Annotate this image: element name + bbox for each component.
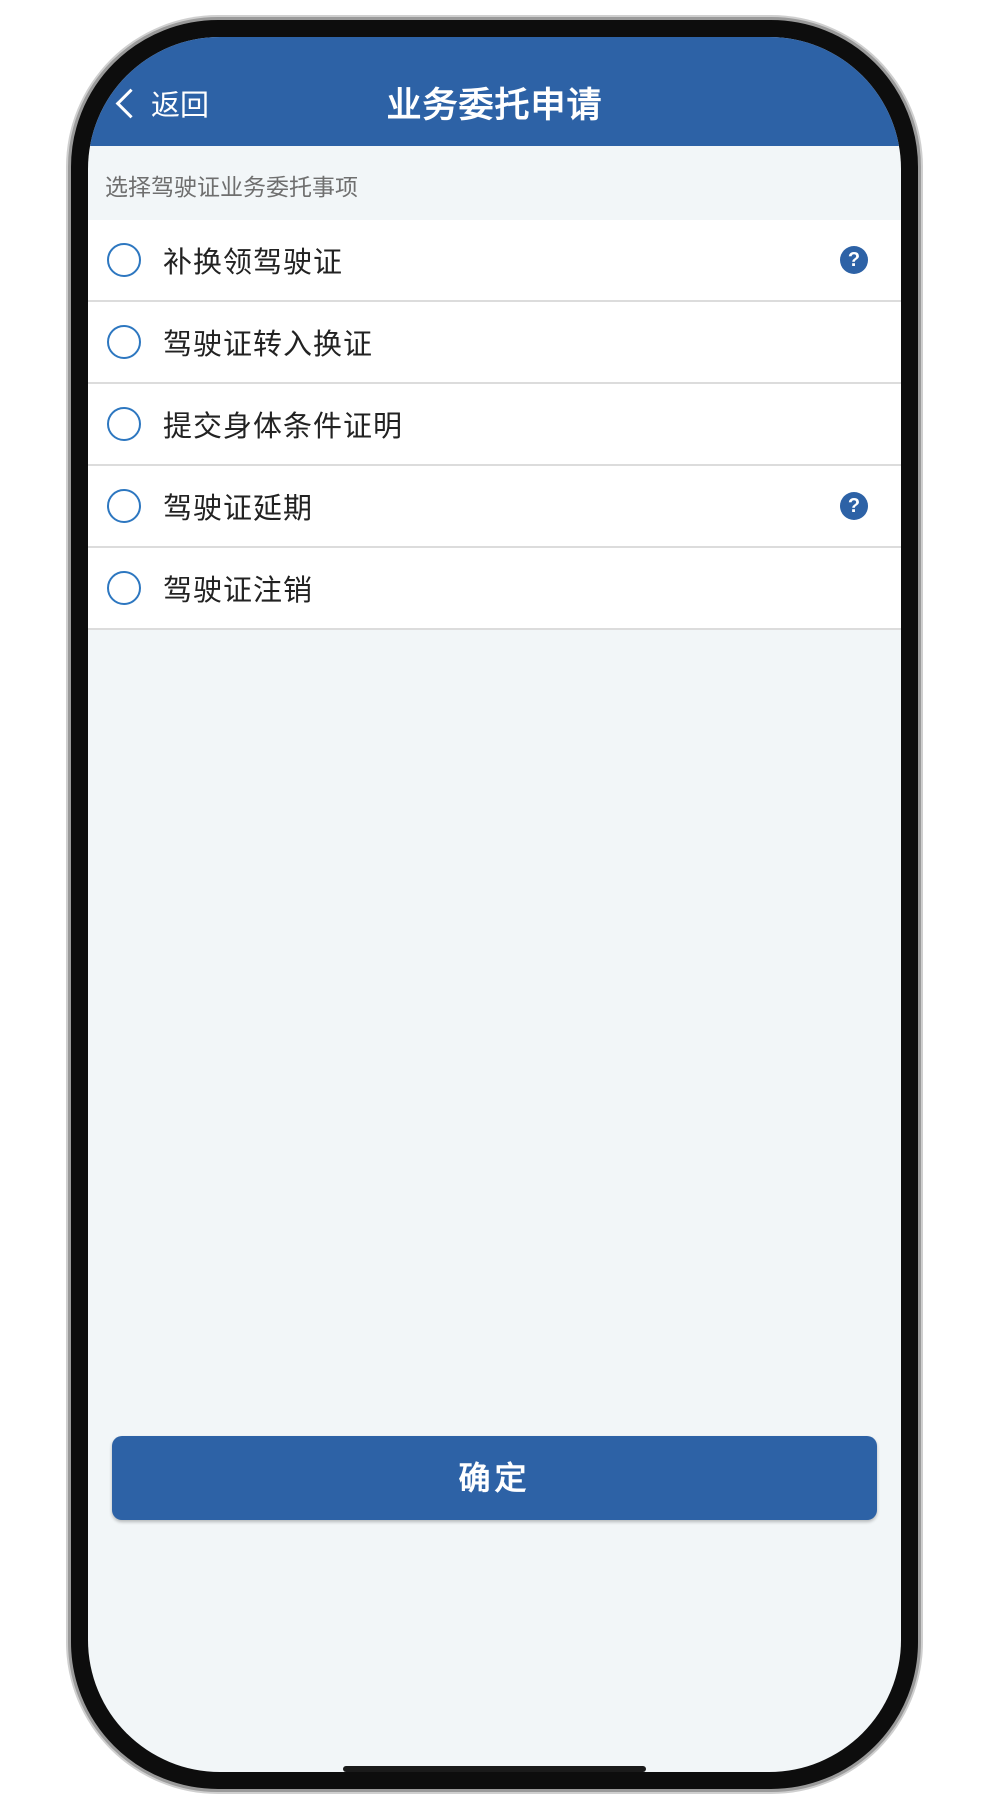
option-item-health-certificate[interactable]: 提交身体条件证明 (88, 384, 901, 466)
option-label: 提交身体条件证明 (163, 409, 404, 443)
option-item-replace-license[interactable]: 补换领驾驶证 ? (88, 220, 901, 302)
section-hint: 选择驾驶证业务委托事项 (105, 175, 358, 201)
page-title: 业务委托申请 (386, 86, 603, 126)
navigation-bar: 返回 业务委托申请 (88, 37, 901, 146)
home-indicator[interactable] (343, 1766, 646, 1772)
confirm-button[interactable]: 确定 (112, 1436, 877, 1520)
option-label: 驾驶证延期 (163, 491, 314, 525)
option-label: 驾驶证注销 (163, 573, 314, 607)
radio-button[interactable] (107, 571, 141, 605)
phone-frame: 返回 业务委托申请 选择驾驶证业务委托事项 补换领驾驶证 ? 驾驶证转入换证 提… (68, 17, 921, 1792)
help-icon[interactable]: ? (840, 492, 868, 520)
radio-button[interactable] (107, 325, 141, 359)
option-list: 补换领驾驶证 ? 驾驶证转入换证 提交身体条件证明 驾驶证延期 ? 驾驶证注销 (88, 220, 901, 630)
app-screen: 返回 业务委托申请 选择驾驶证业务委托事项 补换领驾驶证 ? 驾驶证转入换证 提… (88, 37, 901, 1772)
help-icon[interactable]: ? (840, 246, 868, 274)
option-item-license-cancellation[interactable]: 驾驶证注销 (88, 548, 901, 630)
option-label: 驾驶证转入换证 (163, 327, 374, 361)
option-item-transfer-license[interactable]: 驾驶证转入换证 (88, 302, 901, 384)
radio-button[interactable] (107, 243, 141, 277)
option-item-license-extension[interactable]: 驾驶证延期 ? (88, 466, 901, 548)
radio-button[interactable] (107, 407, 141, 441)
option-label: 补换领驾驶证 (163, 245, 344, 279)
radio-button[interactable] (107, 489, 141, 523)
